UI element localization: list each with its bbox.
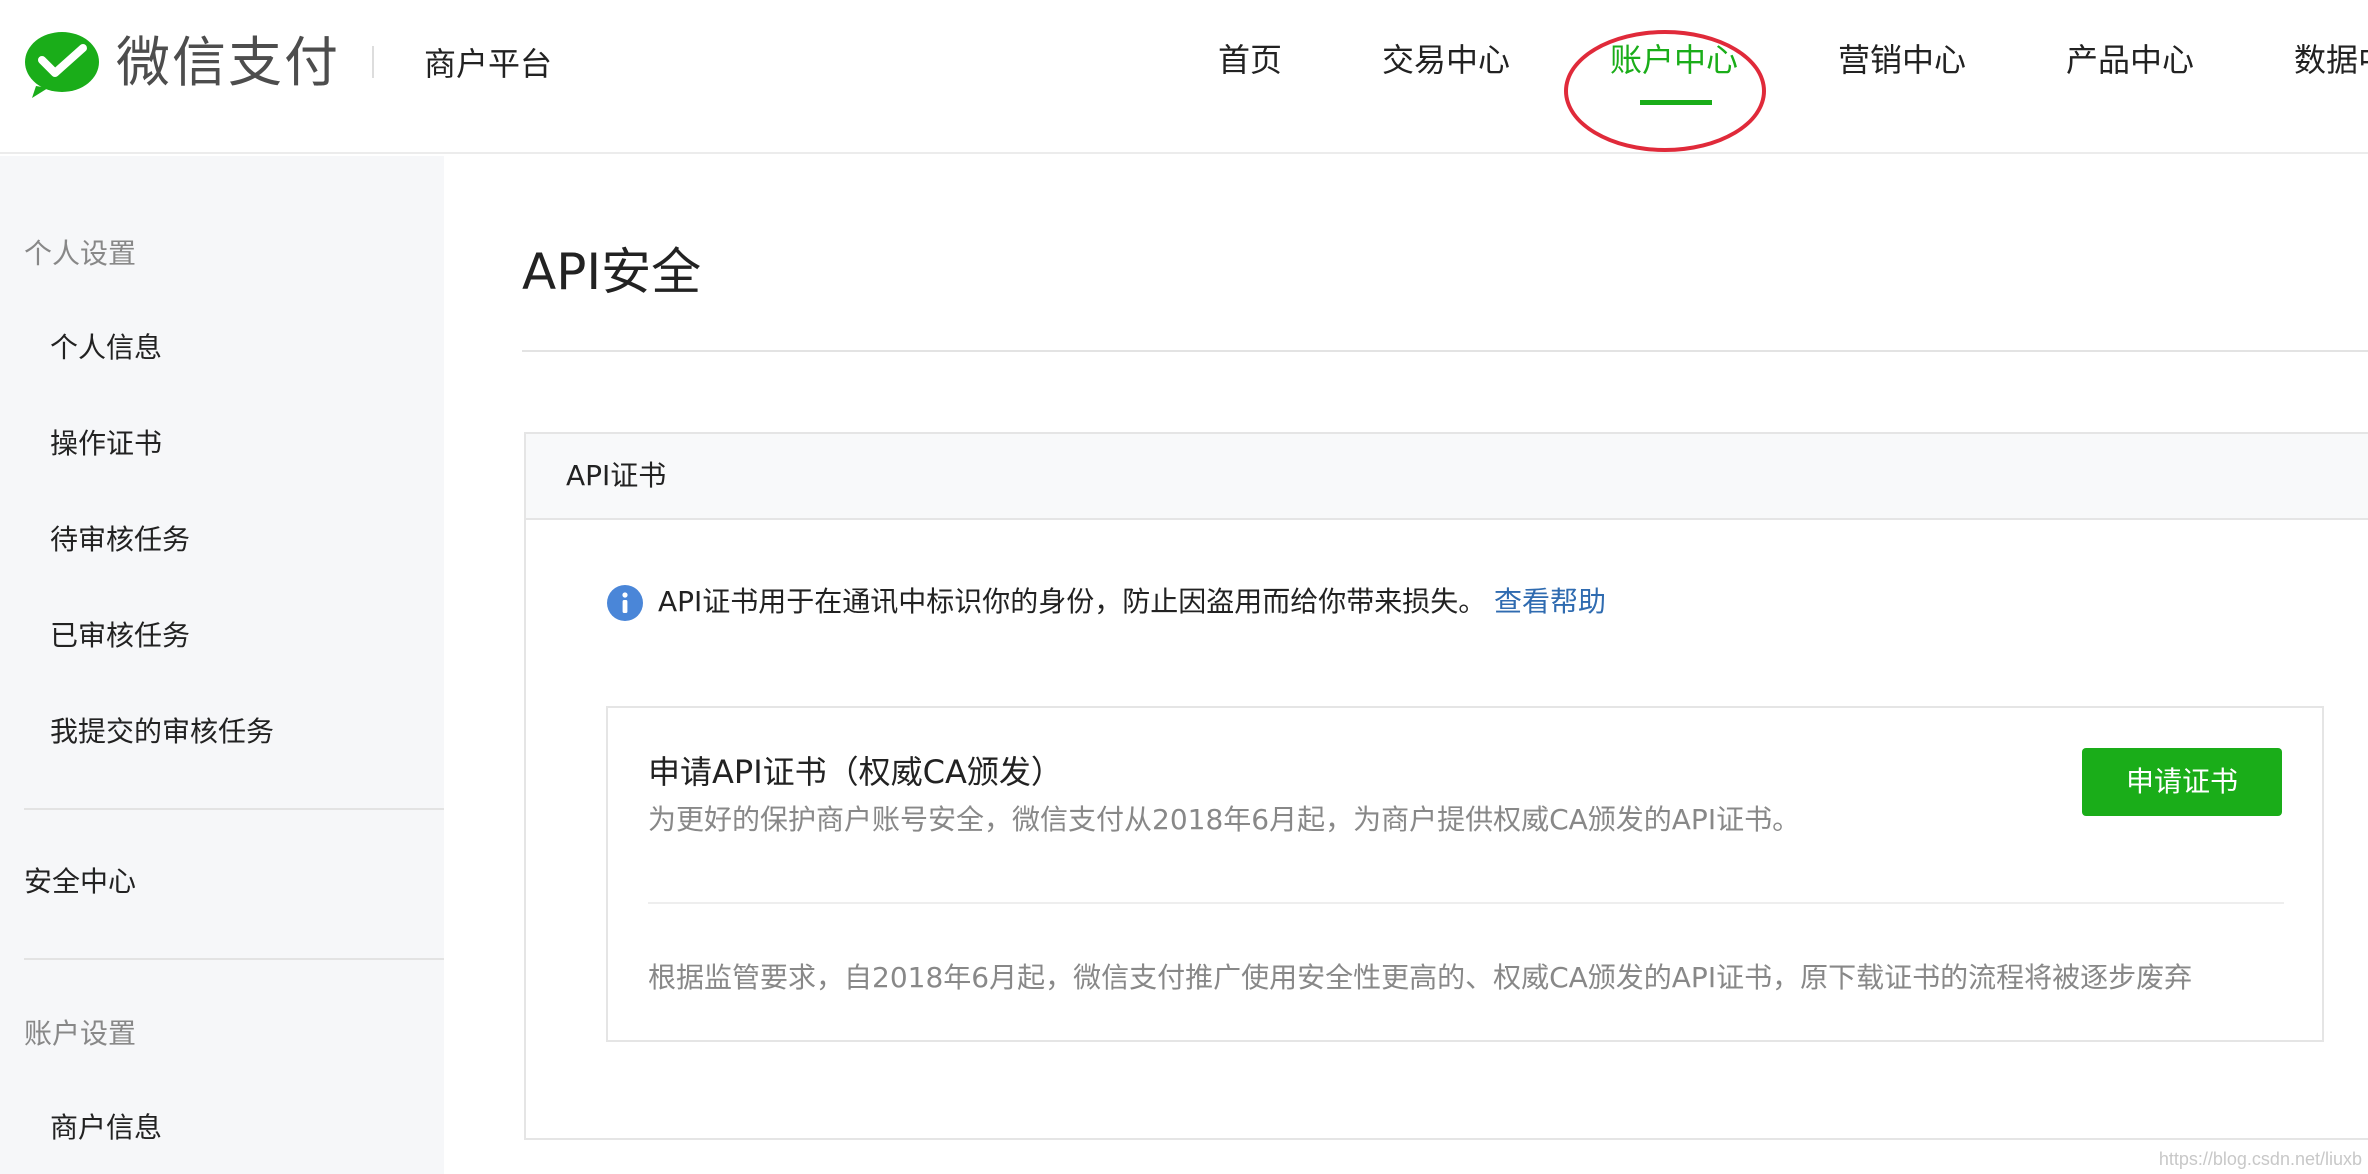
info-message: API证书用于在通讯中标识你的身份，防止因盗用而给你带来损失。 bbox=[658, 585, 1487, 618]
sidebar-divider bbox=[24, 808, 444, 810]
panel-header: API证书 bbox=[526, 434, 2368, 520]
sidebar-group-personal-settings: 个人设置 bbox=[24, 237, 137, 270]
sidebar-group-account-settings: 账户设置 bbox=[24, 1017, 137, 1050]
platform-name: 商户平台 bbox=[424, 45, 553, 83]
sidebar-item-my-submitted-reviews[interactable]: 我提交的审核任务 bbox=[50, 714, 274, 750]
brand-divider bbox=[372, 46, 374, 78]
apply-certificate-button[interactable]: 申请证书 bbox=[2082, 748, 2282, 816]
sidebar-item-operation-certificate[interactable]: 操作证书 bbox=[50, 426, 162, 462]
info-icon bbox=[607, 585, 643, 621]
active-nav-underline bbox=[1640, 100, 1712, 105]
nav-home[interactable]: 首页 bbox=[1218, 38, 1282, 82]
top-header: 微信支付 商户平台 首页 交易中心 账户中心 营销中心 产品中心 数据中 bbox=[0, 0, 2368, 154]
card-description: 为更好的保护商户账号安全，微信支付从2018年6月起，为商户提供权威CA颁发的A… bbox=[648, 803, 1801, 836]
sidebar-divider bbox=[24, 958, 444, 960]
api-certificate-panel: API证书 API证书用于在通讯中标识你的身份，防止因盗用而给你带来损失。 查看… bbox=[524, 432, 2368, 1140]
nav-transactions[interactable]: 交易中心 bbox=[1382, 38, 1510, 82]
sidebar-item-reviewed[interactable]: 已审核任务 bbox=[50, 618, 190, 654]
nav-data[interactable]: 数据中 bbox=[2294, 38, 2368, 82]
nav-products[interactable]: 产品中心 bbox=[2066, 38, 2194, 82]
sidebar-item-pending-review[interactable]: 待审核任务 bbox=[50, 522, 190, 558]
sidebar-item-personal-info[interactable]: 个人信息 bbox=[50, 330, 162, 366]
brand-name: 微信支付 bbox=[116, 31, 340, 94]
title-divider bbox=[522, 350, 2368, 352]
watermark: https://blog.csdn.net/liuxb bbox=[2158, 1149, 2362, 1169]
sidebar-item-merchant-info[interactable]: 商户信息 bbox=[50, 1110, 162, 1146]
nav-marketing[interactable]: 营销中心 bbox=[1838, 38, 1966, 82]
page-title: API安全 bbox=[522, 243, 702, 301]
apply-certificate-card: 申请API证书（权威CA颁发） 为更好的保护商户账号安全，微信支付从2018年6… bbox=[606, 706, 2324, 1042]
help-link[interactable]: 查看帮助 bbox=[1494, 582, 1606, 622]
card-title: 申请API证书（权威CA颁发） bbox=[648, 753, 1063, 791]
nav-account-center[interactable]: 账户中心 bbox=[1610, 38, 1738, 82]
card-note: 根据监管要求，自2018年6月起，微信支付推广使用安全性更高的、权威CA颁发的A… bbox=[648, 961, 2193, 994]
card-divider bbox=[648, 902, 2284, 904]
wechat-pay-logo-icon[interactable] bbox=[22, 30, 102, 100]
sidebar-item-security-center[interactable]: 安全中心 bbox=[24, 864, 136, 900]
panel-title: API证书 bbox=[566, 459, 667, 492]
sidebar: 个人设置 个人信息 操作证书 待审核任务 已审核任务 我提交的审核任务 安全中心… bbox=[0, 156, 444, 1174]
